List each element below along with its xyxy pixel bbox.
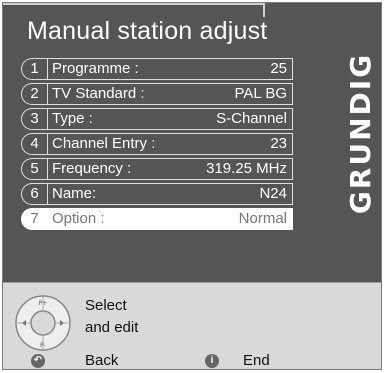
- menu-item-body: Frequency : 319.25 MHz: [47, 158, 293, 180]
- help-bar: P+ P- Select and edit ↶ Back i End: [3, 282, 381, 369]
- back-icon: ↶: [31, 354, 45, 368]
- menu-item-body: Programme : 25: [47, 58, 293, 80]
- menu-item-tv-standard[interactable]: 2 TV Standard : PAL BG: [21, 83, 293, 105]
- menu-item-frequency[interactable]: 5 Frequency : 319.25 MHz: [21, 158, 293, 180]
- back-label: Back: [85, 352, 119, 369]
- dpad-icon: P+ P-: [15, 295, 71, 351]
- info-icon: i: [205, 354, 219, 368]
- select-hint: Select and edit: [85, 295, 138, 339]
- menu-item-value: 23: [270, 135, 287, 152]
- menu-item-programme[interactable]: 1 Programme : 25: [21, 58, 293, 80]
- menu-item-value: N24: [259, 185, 287, 202]
- tv-menu-screen: Manual station adjust GRUNDIG 1 Programm…: [2, 2, 382, 370]
- menu-item-label: Programme :: [52, 60, 139, 77]
- menu-item-number: 6: [21, 183, 47, 205]
- menu-item-label: Type :: [52, 110, 93, 127]
- menu-item-number: 2: [21, 83, 47, 105]
- menu-item-number: 4: [21, 133, 47, 155]
- brand-logo: GRUNDIG: [341, 23, 381, 243]
- menu-item-label: Channel Entry :: [52, 135, 156, 152]
- dpad-down-label: P-: [40, 342, 46, 349]
- menu-item-channel-entry[interactable]: 4 Channel Entry : 23: [21, 133, 293, 155]
- menu-item-number: 1: [21, 58, 47, 80]
- menu-item-number: 5: [21, 158, 47, 180]
- menu-item-value: 319.25 MHz: [206, 160, 287, 177]
- menu-item-body: Type : S-Channel: [47, 108, 293, 130]
- select-hint-line2: and edit: [85, 319, 139, 336]
- menu-item-body: Option : Normal: [47, 208, 293, 230]
- select-hint-line1: Select: [85, 297, 127, 314]
- menu-item-label: Option :: [52, 210, 105, 227]
- menu-item-value: PAL BG: [234, 85, 287, 102]
- menu-item-value: 25: [270, 60, 287, 77]
- menu-list: 1 Programme : 25 2 TV Standard : PAL BG …: [21, 58, 293, 233]
- menu-item-number: 7: [21, 208, 47, 230]
- menu-item-body: Channel Entry : 23: [47, 133, 293, 155]
- dpad-up-label: P+: [39, 300, 48, 307]
- menu-item-type[interactable]: 3 Type : S-Channel: [21, 108, 293, 130]
- menu-item-value: S-Channel: [216, 110, 287, 127]
- menu-item-label: Name:: [52, 185, 97, 202]
- page-title: Manual station adjust: [27, 17, 268, 45]
- brand-logo-text: GRUNDIG: [344, 52, 378, 214]
- menu-item-body: Name: N24: [47, 183, 293, 205]
- menu-item-value: Normal: [238, 210, 287, 227]
- menu-item-label: Frequency :: [52, 160, 132, 177]
- menu-item-label: TV Standard :: [52, 85, 145, 102]
- title-frame: [3, 3, 265, 17]
- menu-item-option[interactable]: 7 Option : Normal: [21, 208, 293, 230]
- menu-item-body: TV Standard : PAL BG: [47, 83, 293, 105]
- menu-item-name[interactable]: 6 Name: N24: [21, 183, 293, 205]
- menu-item-number: 3: [21, 108, 47, 130]
- end-label: End: [243, 352, 270, 369]
